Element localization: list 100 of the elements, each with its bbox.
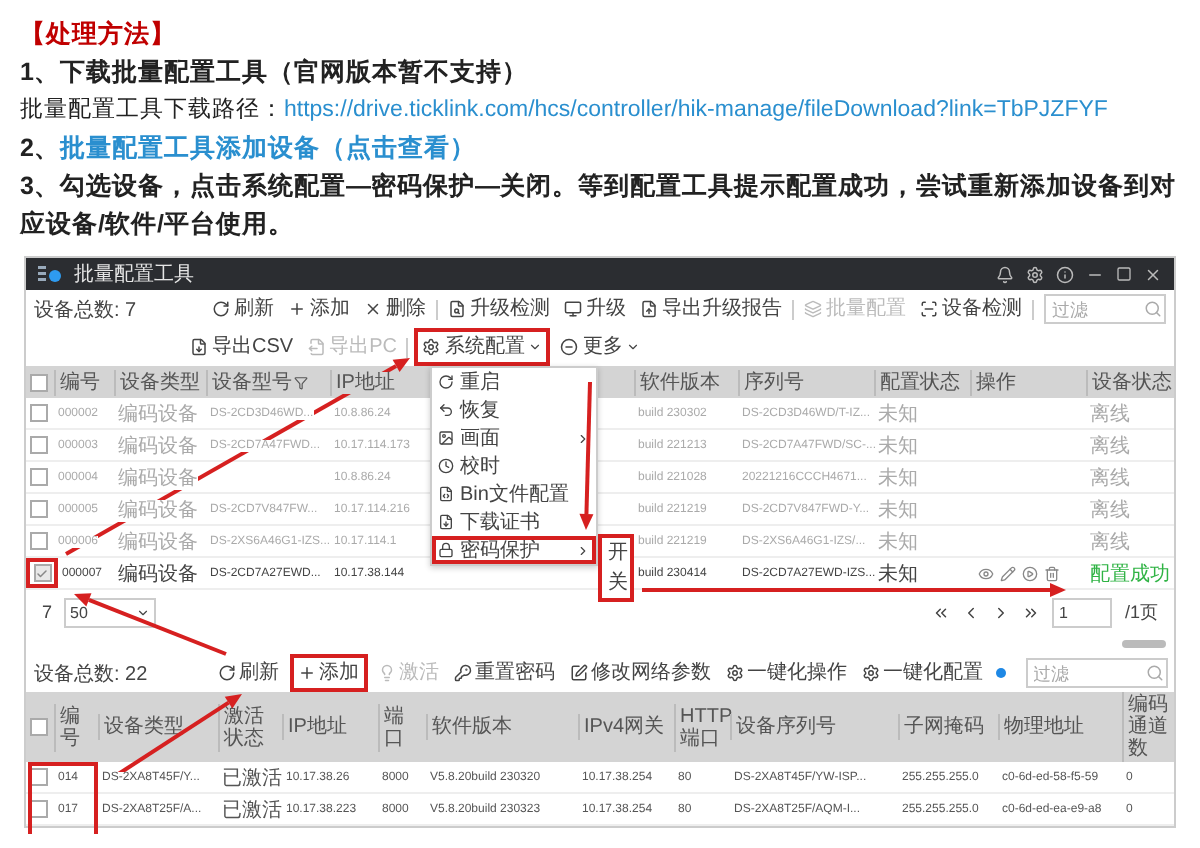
status-text: 离线 <box>1090 499 1130 521</box>
play-icon[interactable] <box>1022 565 1038 581</box>
column-header: IPv4网关 <box>584 716 665 738</box>
download-link[interactable]: https://drive.ticklink.com/hcs/controller/hik-manage/fileDownload?link=TbPJZFYF <box>284 98 1108 122</box>
table-cell: 未知 <box>878 435 918 457</box>
menu-item[interactable]: 重启 <box>432 368 596 396</box>
column-header: 操作 <box>976 371 1016 393</box>
system-config-button[interactable]: 系统配置 <box>418 332 547 362</box>
caret-icon <box>626 340 641 354</box>
page-input[interactable]: 1 <box>1052 597 1113 627</box>
settings-icon <box>861 664 880 682</box>
export-report-button[interactable]: 导出升级报告 <box>636 294 786 324</box>
document-search-icon <box>448 300 466 318</box>
table-cell: 未知 <box>878 467 918 489</box>
table-cell: 编码设备 <box>118 435 198 457</box>
menu-item[interactable]: 下载证书 <box>432 508 596 536</box>
column-header: 编码通道数 <box>1128 694 1170 760</box>
scan-icon <box>920 300 938 318</box>
settings-icon[interactable] <box>1026 265 1044 283</box>
checkbox[interactable] <box>30 500 48 518</box>
refresh-button[interactable]: 刷新 <box>208 294 278 324</box>
checkbox[interactable] <box>30 532 48 550</box>
restart-icon <box>438 374 454 390</box>
menu-item[interactable]: 密码保护 <box>432 536 596 564</box>
table-cell: 已激活 <box>222 767 282 789</box>
edit-icon[interactable] <box>1000 565 1016 581</box>
view-icon[interactable] <box>978 565 994 581</box>
lightbulb-icon <box>377 664 396 682</box>
one-click-operate-button[interactable]: 一键化操作 <box>721 658 852 688</box>
table-cell: 编码设备 <box>118 499 198 521</box>
download-icon <box>438 514 454 530</box>
menu-item[interactable]: 开 <box>602 538 630 568</box>
upgrade-check-button[interactable]: 升级检测 <box>444 294 554 324</box>
close-icon <box>364 300 382 318</box>
status-text: 离线 <box>1090 435 1130 457</box>
search-field[interactable]: 过滤 <box>1044 294 1166 324</box>
add-button[interactable]: 添加 <box>293 658 364 688</box>
refresh-button[interactable]: 刷新 <box>213 658 284 688</box>
search-icon <box>1144 300 1162 318</box>
maximize-icon[interactable] <box>1116 266 1132 282</box>
monitor-icon <box>564 300 582 318</box>
close-icon[interactable] <box>1144 265 1162 283</box>
more-button[interactable]: 更多 <box>556 332 645 362</box>
lock-icon <box>438 542 454 558</box>
checkbox[interactable] <box>30 468 48 486</box>
menu-item[interactable]: 画面 <box>432 424 596 452</box>
table-cell: 编码设备 <box>118 563 198 585</box>
column-header: HTTP端口 <box>680 705 733 749</box>
table-cell: 未知 <box>878 531 918 553</box>
export-csv-button[interactable]: 导出CSV <box>186 332 298 362</box>
reset-password-button[interactable]: 重置密码 <box>449 658 560 688</box>
checkbox[interactable] <box>30 718 48 736</box>
add-button[interactable]: 添加 <box>284 294 354 324</box>
column-header: 设备序列号 <box>736 716 836 738</box>
page-total: /1页 <box>1124 599 1158 625</box>
menu-item[interactable]: 校时 <box>432 452 596 480</box>
checkbox[interactable] <box>30 436 48 454</box>
table-cell: 编码设备 <box>118 467 198 489</box>
settings-icon <box>725 664 744 682</box>
upgrade-button[interactable]: 升级 <box>560 294 630 324</box>
checkbox[interactable] <box>30 404 48 422</box>
edit-icon <box>569 664 588 682</box>
step-text: 1、下载批量配置工具（官网版本暂不支持） <box>20 56 530 90</box>
edit-network-button[interactable]: 修改网络参数 <box>565 658 716 688</box>
plus-icon <box>297 664 316 682</box>
column-header: 设备状态 <box>1092 371 1172 393</box>
delete-button[interactable]: 删除 <box>360 294 430 324</box>
menu-item[interactable]: Bin文件配置 <box>432 480 596 508</box>
column-header: 物理地址 <box>1004 716 1084 738</box>
status-text: 离线 <box>1090 467 1130 489</box>
last-page-icon[interactable] <box>1022 603 1041 621</box>
column-header: 编号 <box>60 705 82 749</box>
table-cell: 未知 <box>878 499 918 521</box>
checkbox[interactable] <box>30 373 48 391</box>
menu-item[interactable]: 恢复 <box>432 396 596 424</box>
info-icon[interactable] <box>1056 265 1074 283</box>
device-count: 设备总数: 22 <box>34 661 148 687</box>
column-header: 软件版本 <box>432 716 512 738</box>
caret-icon <box>528 340 543 354</box>
status-text: 离线 <box>1090 531 1130 553</box>
device-count: 设备总数: 7 <box>34 297 137 323</box>
total-count: 7 <box>42 602 53 622</box>
file-code-icon <box>438 486 454 502</box>
clock-icon <box>438 458 454 474</box>
section-heading: 【处理方法】 <box>20 18 178 52</box>
scrollbar-thumb[interactable] <box>1122 640 1166 648</box>
one-click-config-button[interactable]: 一键化配置 <box>857 658 1010 688</box>
checkbox[interactable] <box>33 564 51 582</box>
column-header: 设备型号 <box>212 371 292 393</box>
first-page-icon[interactable] <box>932 603 951 621</box>
bell-icon[interactable] <box>996 265 1014 283</box>
delete-icon[interactable] <box>1044 565 1060 581</box>
search-field[interactable]: 过滤 <box>1025 658 1168 688</box>
device-check-button[interactable]: 设备检测 <box>916 294 1026 324</box>
column-header: 编号 <box>60 371 100 393</box>
circle-minus-icon <box>560 338 579 356</box>
column-header: 端口 <box>384 705 406 749</box>
download-label: 批量配置工具下载路径： <box>20 98 284 122</box>
add-device-link[interactable]: 批量配置工具添加设备（点击查看） <box>59 134 476 162</box>
menu-item[interactable]: 关 <box>602 568 630 598</box>
